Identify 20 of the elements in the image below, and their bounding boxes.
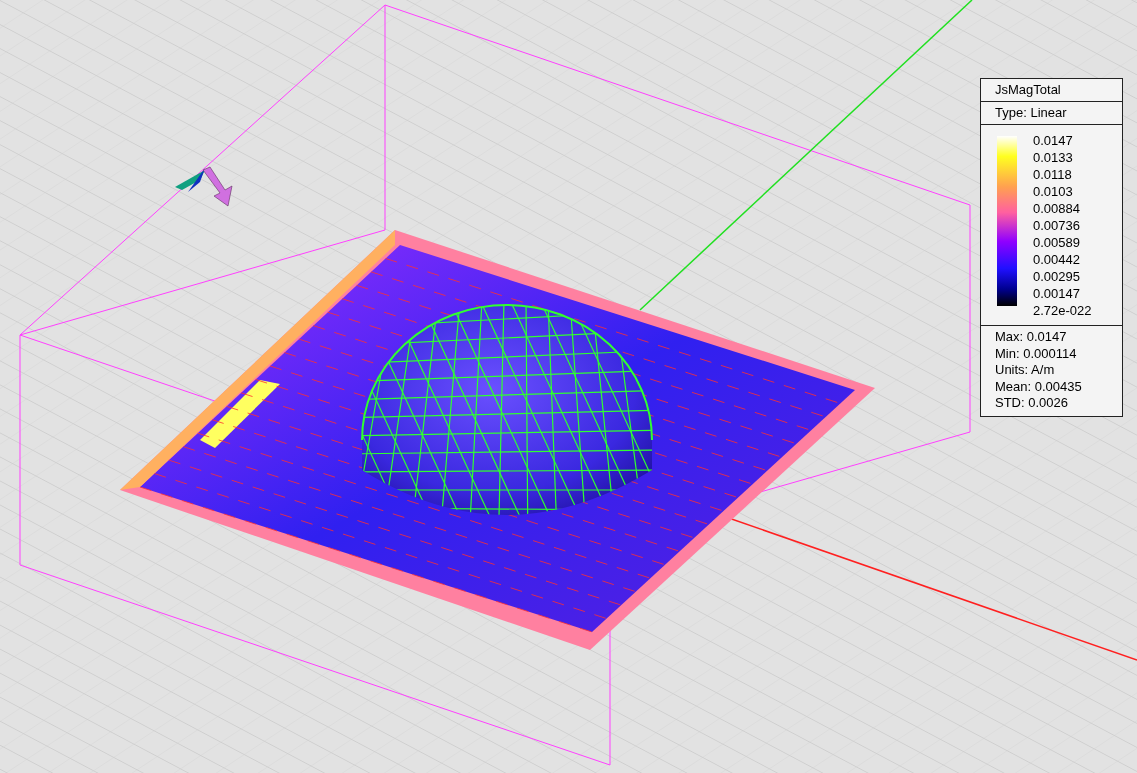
statistic-text: Max: 0.0147 xyxy=(995,329,1068,346)
statistic-text: Units: A/m xyxy=(995,362,1056,379)
scale-value: 0.00295 xyxy=(1033,268,1081,285)
3d-viewport[interactable]: JsMagTotal Type: Linear 0.0147 0.0133 0.0118 0.0103 0.00884 0.00736 0.00589 0.00442 0.00295 0.00147 2.72e-022 Max: 0.0147 Min: 0.000114 Units: A/m Mean: 0.00435 STD: 0.0026 xyxy=(0,0,1137,773)
scale-value: 0.00736 xyxy=(1033,217,1081,234)
scale-type-label: Type: Linear xyxy=(981,102,1122,125)
scale-value: 0.0133 xyxy=(1033,149,1074,166)
legend-title: JsMagTotal xyxy=(981,79,1122,102)
scale-value: 2.72e-022 xyxy=(1033,302,1092,319)
scale-value: 0.00147 xyxy=(1033,285,1081,302)
scale-value: 0.00884 xyxy=(1033,200,1081,217)
axis-triad-icon xyxy=(175,166,233,207)
scale-value: 0.00589 xyxy=(1033,234,1081,251)
scale-value: 0.0103 xyxy=(1033,183,1074,200)
scale-value: 0.00442 xyxy=(1033,251,1081,268)
scale-value: 0.0147 xyxy=(1033,132,1074,149)
statistic-text: Mean: 0.00435 xyxy=(995,378,1083,395)
statistic-text: Min: 0.000114 xyxy=(995,345,1078,362)
scale-value: 0.0118 xyxy=(1033,166,1073,183)
statistic-text: STD: 0.0026 xyxy=(995,395,1069,412)
